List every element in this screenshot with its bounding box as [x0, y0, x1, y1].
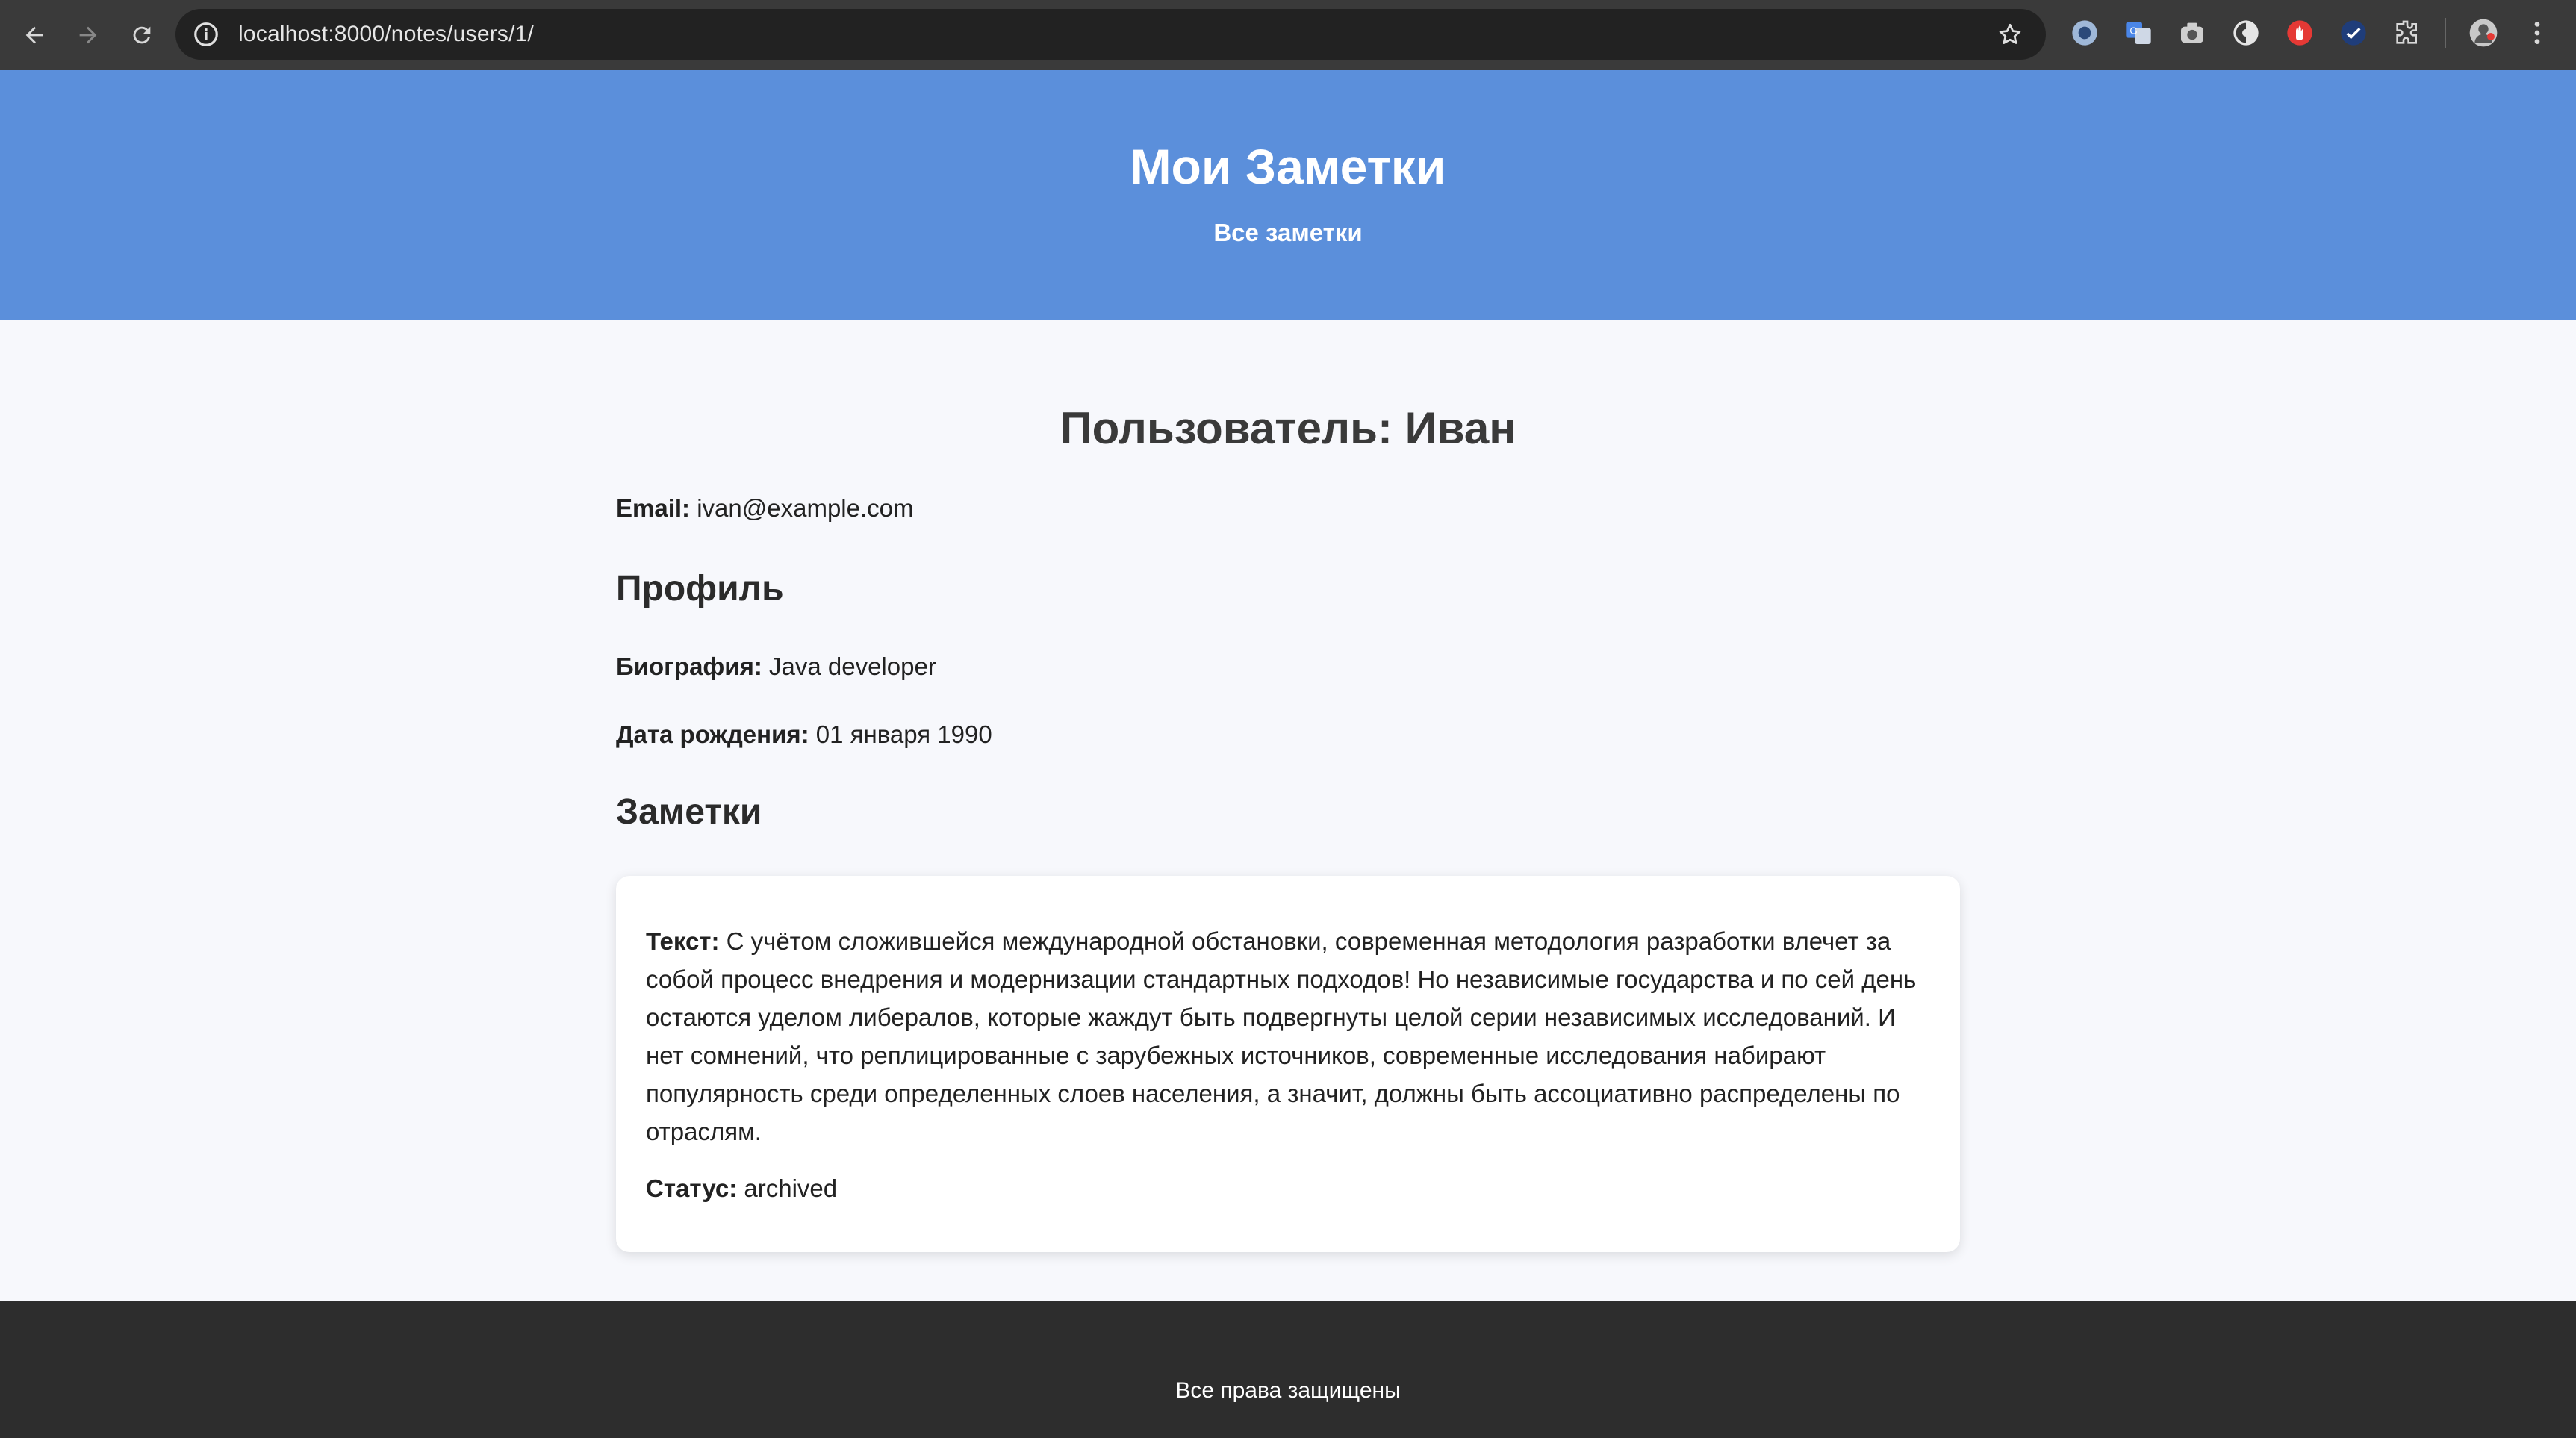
email-row: Email: ivan@example.com [616, 493, 1960, 525]
biography-row: Биография: Java developer [616, 651, 1960, 683]
note-status-value: archived [744, 1174, 838, 1202]
extension-round-icon [2233, 20, 2259, 46]
toolbar-separator [2445, 18, 2446, 48]
back-arrow-icon [25, 26, 43, 44]
profile-heading: Профиль [616, 568, 784, 608]
note-text-label: Текст: [646, 927, 720, 955]
extension-1[interactable] [2068, 16, 2101, 49]
site-footer: Все права защищены [0, 1301, 2576, 1438]
browser-menu-button[interactable] [2521, 16, 2554, 49]
camera-icon [2181, 22, 2203, 43]
site-header: Мои Заметки Все заметки [0, 70, 2576, 320]
forward-arrow-icon [79, 26, 97, 44]
main-content: Пользователь: Иван Email: ivan@example.c… [616, 320, 1960, 1252]
address-bar[interactable]: localhost:8000/notes/users/1/ [175, 9, 2046, 60]
avatar-icon [2469, 19, 2498, 47]
note-card: Текст: С учётом сложившейся международно… [616, 875, 1960, 1252]
footer-copyright: Все права защищены [1175, 1378, 1401, 1403]
page-title: Пользователь: Иван [1060, 403, 1516, 453]
biography-label: Биография: [616, 652, 762, 680]
site-info-icon[interactable] [192, 20, 220, 49]
checkmark-icon [2341, 20, 2366, 46]
extensions-icon [2396, 20, 2417, 44]
email-label: Email: [616, 494, 691, 522]
profile-avatar[interactable] [2467, 16, 2500, 49]
extension-4[interactable] [2230, 16, 2262, 49]
extensions-menu-button[interactable] [2391, 16, 2424, 49]
extension-circle-icon [2072, 20, 2097, 46]
extensions-bar: G [2068, 16, 2575, 49]
email-value: ivan@example.com [697, 494, 914, 522]
extension-5[interactable] [2283, 16, 2316, 49]
birth-date-row: Дата рождения: 01 января 1990 [616, 719, 1960, 751]
extension-translate[interactable]: G [2122, 16, 2155, 49]
reload-button[interactable] [121, 14, 163, 56]
forward-button[interactable] [67, 14, 109, 56]
note-text: Текст: С учётом сложившейся международно… [646, 922, 1930, 1151]
note-text-value: С учётом сложившейся международной обста… [646, 927, 1917, 1145]
reload-icon [133, 26, 151, 44]
menu-kebab-icon [2534, 22, 2540, 44]
notes-heading: Заметки [616, 791, 762, 832]
url-text: localhost:8000/notes/users/1/ [238, 22, 535, 46]
extension-screenshot[interactable] [2176, 16, 2209, 49]
browser-toolbar: localhost:8000/notes/users/1/ G [0, 0, 2576, 70]
bookmark-star-icon[interactable] [1997, 21, 2023, 48]
extension-6[interactable] [2337, 16, 2370, 49]
svg-text:G: G [2129, 25, 2137, 37]
note-status: Статус: archived [646, 1174, 1930, 1203]
birth-date-value: 01 января 1990 [815, 720, 992, 748]
site-title: Мои Заметки [1130, 139, 1446, 194]
all-notes-link[interactable]: Все заметки [1213, 219, 1362, 247]
hand-icon [2287, 20, 2312, 46]
note-status-label: Статус: [646, 1174, 738, 1202]
translate-icon: G [2126, 22, 2151, 44]
birth-date-label: Дата рождения: [616, 720, 809, 748]
biography-value: Java developer [769, 652, 936, 680]
back-button[interactable] [13, 14, 55, 56]
